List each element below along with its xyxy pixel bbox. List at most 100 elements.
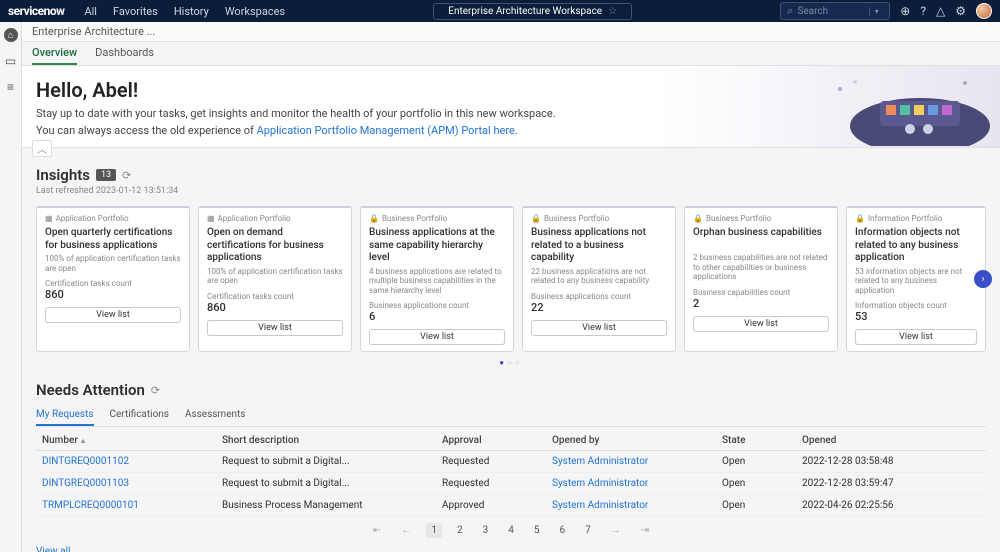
tab-my-requests[interactable]: My Requests xyxy=(36,405,94,426)
top-nav: servicenow All Favorites History Workspa… xyxy=(0,0,1000,22)
col-short-desc[interactable]: Short description xyxy=(216,431,436,451)
tab-certifications[interactable]: Certifications xyxy=(110,405,169,426)
pager-page[interactable]: 3 xyxy=(478,523,494,538)
col-approval[interactable]: Approval xyxy=(436,431,546,451)
cell-approval: Requested xyxy=(436,451,546,473)
card-desc: 2 business capabilities are not related … xyxy=(693,253,829,282)
cell-state: Open xyxy=(716,451,796,473)
col-state[interactable]: State xyxy=(716,431,796,451)
refresh-icon[interactable]: ⟳ xyxy=(122,169,131,182)
star-icon[interactable]: ☆ xyxy=(608,6,617,17)
opened-by-link[interactable]: System Administrator xyxy=(552,478,648,489)
pager-last-icon[interactable]: ⇥ xyxy=(636,523,654,538)
opened-by-link[interactable]: System Administrator xyxy=(552,500,648,511)
search-dropdown-icon[interactable]: ▾ xyxy=(869,7,883,16)
globe-icon[interactable]: ⊕ xyxy=(900,4,910,18)
card-desc: 100% of application certification tasks … xyxy=(207,267,343,286)
nav-links: All Favorites History Workspaces xyxy=(84,5,285,18)
pager-page[interactable]: 7 xyxy=(580,523,596,538)
pager-page[interactable]: 5 xyxy=(529,523,545,538)
collapse-chevron-icon[interactable]: ︿ xyxy=(32,140,52,157)
nav-all[interactable]: All xyxy=(84,5,97,18)
nav-history[interactable]: History xyxy=(174,5,209,18)
carousel-next-icon[interactable]: › xyxy=(974,270,992,288)
view-list-button[interactable]: View list xyxy=(693,316,829,332)
pager-page[interactable]: 1 xyxy=(426,523,442,538)
card-metric: 860 xyxy=(207,301,343,314)
view-list-button[interactable]: View list xyxy=(531,320,667,336)
col-number[interactable]: Number xyxy=(36,431,216,451)
tab-assessments[interactable]: Assessments xyxy=(185,405,246,426)
tab-dashboards[interactable]: Dashboards xyxy=(95,42,154,65)
request-link[interactable]: TRMPLCREQ0000101 xyxy=(42,500,139,511)
pager-next-icon[interactable]: → xyxy=(606,523,626,538)
card-metric-label: Business applications count xyxy=(369,301,505,310)
notification-icon[interactable]: △ xyxy=(936,4,945,18)
nav-workspaces[interactable]: Workspaces xyxy=(225,5,285,18)
cell-opened: 2022-12-28 03:58:48 xyxy=(796,451,986,473)
nav-favorites[interactable]: Favorites xyxy=(113,5,158,18)
needs-tabs: My Requests Certifications Assessments xyxy=(36,405,986,427)
insight-cards: ▦Application Portfolio Open quarterly ce… xyxy=(36,206,986,352)
table-row: DINTGREQ0001102 Request to submit a Digi… xyxy=(36,451,986,473)
insight-card: Information Portfolio Information object… xyxy=(846,206,986,352)
card-title: Orphan business capabilities xyxy=(693,227,829,251)
card-metric: 53 xyxy=(855,310,977,323)
pager-prev-icon[interactable]: ← xyxy=(396,523,416,538)
card-portfolio-label: Application Portfolio xyxy=(56,214,129,223)
view-list-button[interactable]: View list xyxy=(855,329,977,345)
search-icon: ⌕ xyxy=(787,4,793,18)
card-portfolio-label: Application Portfolio xyxy=(218,214,291,223)
needs-title: Needs Attention xyxy=(36,381,145,399)
card-metric-label: Business capabilities count xyxy=(693,288,829,297)
gear-icon[interactable]: ⚙ xyxy=(955,4,966,18)
apm-portal-link[interactable]: Application Portfolio Management (APM) P… xyxy=(257,124,515,137)
tab-overview[interactable]: Overview xyxy=(32,42,77,65)
briefcase-icon[interactable]: ▭ xyxy=(5,54,16,68)
view-list-button[interactable]: View list xyxy=(369,329,505,345)
insight-card: Business Portfolio Orphan business capab… xyxy=(684,206,838,352)
cell-opened: 2022-12-28 03:59:47 xyxy=(796,473,986,495)
workspace-pill[interactable]: Enterprise Architecture Workspace ☆ xyxy=(433,3,632,20)
list-icon[interactable]: ≡ xyxy=(7,80,14,94)
lock-icon xyxy=(693,214,703,223)
opened-by-link[interactable]: System Administrator xyxy=(552,456,648,467)
request-link[interactable]: DINTGREQ0001103 xyxy=(42,478,129,489)
view-list-button[interactable]: View list xyxy=(45,307,181,323)
insight-card: Business Portfolio Business applications… xyxy=(360,206,514,352)
lock-icon xyxy=(531,214,541,223)
request-link[interactable]: DINTGREQ0001102 xyxy=(42,456,129,467)
left-rail: ⌂ ▭ ≡ xyxy=(0,22,22,552)
refresh-icon[interactable]: ⟳ xyxy=(151,384,160,397)
breadcrumb: Enterprise Architecture ... xyxy=(22,22,1000,42)
pager-page[interactable]: 4 xyxy=(503,523,519,538)
hero-illustration xyxy=(810,71,990,146)
pager: ⇤ ← 1 2 3 4 5 6 7 → ⇥ xyxy=(36,523,986,538)
card-metric-label: Certification tasks count xyxy=(45,279,181,288)
pager-page[interactable]: 2 xyxy=(452,523,468,538)
cell-short: Business Process Management xyxy=(216,495,436,517)
help-icon[interactable]: ? xyxy=(920,4,926,18)
card-desc: 53 information objects are not related t… xyxy=(855,267,977,296)
view-all-link[interactable]: View all xyxy=(36,546,70,552)
cell-state: Open xyxy=(716,495,796,517)
insight-card: Business Portfolio Business applications… xyxy=(522,206,676,352)
home-icon[interactable]: ⌂ xyxy=(4,28,18,42)
card-metric: 6 xyxy=(369,310,505,323)
hero-line2-prefix: You can always access the old experience… xyxy=(36,124,257,137)
pager-first-icon[interactable]: ⇤ xyxy=(368,523,386,538)
carousel-dots[interactable]: ●○○ xyxy=(36,358,986,367)
search-box[interactable]: ⌕ Search ▾ xyxy=(780,2,890,20)
card-title: Open on demand certifications for busine… xyxy=(207,227,343,265)
col-opened[interactable]: Opened xyxy=(796,431,986,451)
view-list-button[interactable]: View list xyxy=(207,320,343,336)
table-row: TRMPLCREQ0000101 Business Process Manage… xyxy=(36,495,986,517)
card-portfolio-label: Information Portfolio xyxy=(868,214,942,223)
pager-page[interactable]: 6 xyxy=(554,523,570,538)
insight-card: ▦Application Portfolio Open on demand ce… xyxy=(198,206,352,352)
col-opened-by[interactable]: Opened by xyxy=(546,431,716,451)
card-portfolio-label: Business Portfolio xyxy=(706,214,771,223)
cell-short: Request to submit a Digital... xyxy=(216,451,436,473)
card-metric: 22 xyxy=(531,301,667,314)
avatar[interactable] xyxy=(976,3,992,19)
